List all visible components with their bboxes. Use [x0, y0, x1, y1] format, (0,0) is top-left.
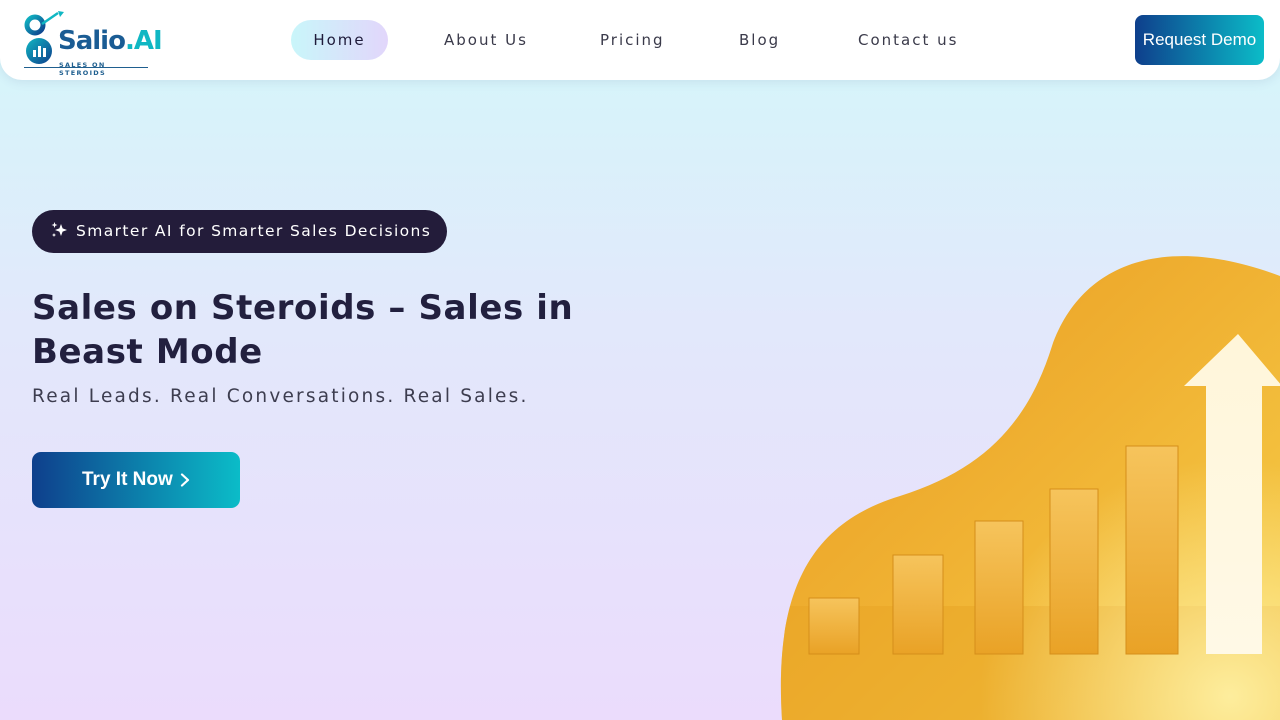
- nav-pricing-link[interactable]: Pricing: [600, 20, 665, 60]
- chevron-right-icon: [180, 473, 190, 487]
- salio-ai-logo[interactable]: Salio.AI SALES ON STEROIDS: [22, 10, 163, 77]
- top-navbar: Salio.AI SALES ON STEROIDS Home About Us…: [0, 0, 1280, 80]
- logo-wordmark: Salio.AI: [58, 26, 163, 56]
- request-demo-button[interactable]: Request Demo: [1135, 15, 1264, 65]
- growth-chart-illustration: [780, 256, 1280, 720]
- logo-name-text: Salio: [58, 26, 126, 56]
- nav-home-link[interactable]: Home: [291, 20, 388, 60]
- try-it-now-button[interactable]: Try It Now: [32, 452, 240, 508]
- hero-title: Sales on Steroids – Sales in Beast Mode: [32, 288, 574, 372]
- nav-contact-us-link[interactable]: Contact us: [858, 20, 958, 60]
- hero-badge: Smarter AI for Smarter Sales Decisions: [32, 210, 447, 253]
- logo-tld-text: .AI: [124, 26, 163, 56]
- try-it-now-label: Try It Now: [82, 469, 173, 490]
- sparkles-icon: [51, 222, 67, 237]
- logo-tagline: SALES ON STEROIDS: [59, 61, 106, 77]
- nav-about-us-link[interactable]: About Us: [444, 20, 528, 60]
- hero-subtitle: Real Leads. Real Conversations. Real Sal…: [32, 386, 529, 407]
- hero-badge-text: Smarter AI for Smarter Sales Decisions: [76, 222, 432, 240]
- nav-blog-link[interactable]: Blog: [739, 20, 780, 60]
